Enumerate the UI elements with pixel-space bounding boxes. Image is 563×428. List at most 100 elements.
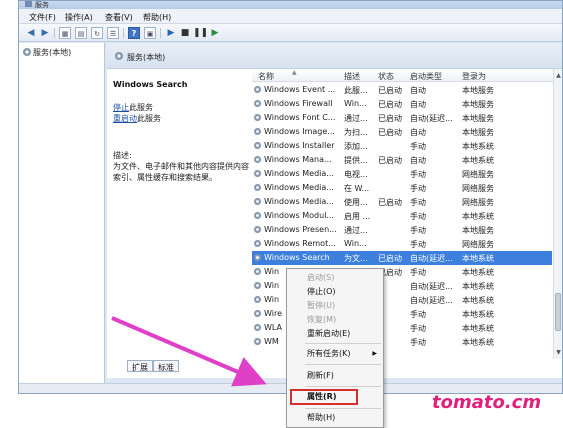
sort-caret-icon: ▲ <box>292 69 297 76</box>
forward-icon[interactable]: ▶ <box>39 27 51 39</box>
cell-startup: 自动 <box>410 128 426 137</box>
menu-file[interactable]: 文件(F) <box>29 12 56 23</box>
cell-desc: 通过... <box>344 114 368 123</box>
scroll-down-icon[interactable]: ▼ <box>554 348 562 357</box>
main-pane-title: 服务(本地) <box>127 53 166 62</box>
cell-startup: 手动 <box>410 268 426 277</box>
tab-extended[interactable]: 扩展 <box>127 360 153 372</box>
table-row[interactable]: Windows Modul... 启用 ... 手动 本地系统 <box>252 209 552 223</box>
restart-service-link[interactable]: 重启动 <box>113 114 137 123</box>
cell-name: Windows Event ... <box>264 85 336 94</box>
stop-service-link[interactable]: 停止 <box>113 103 129 112</box>
cell-startup: 自动 <box>410 100 426 109</box>
cell-startup: 手动 <box>410 338 426 347</box>
table-row[interactable]: Windows Media... 在 W... 手动 网络服务 <box>252 181 552 195</box>
table-row[interactable]: Windows Event ... 此服... 已启动 自动 本地服务 <box>252 83 552 97</box>
list-header: 名称 ▲ 描述 状态 启动类型 登录为 <box>252 69 562 82</box>
console-tree-icon[interactable]: ▦ <box>59 27 71 39</box>
gear-icon <box>254 156 261 163</box>
column-header-name[interactable]: 名称 <box>258 71 274 82</box>
gear-icon <box>254 170 261 177</box>
cell-desc: 此服... <box>344 86 368 95</box>
cell-desc: 为扫... <box>344 128 368 137</box>
export-icon[interactable]: ▤ <box>75 27 87 39</box>
table-row[interactable]: Windows Installer 添加... 手动 本地系统 <box>252 139 552 153</box>
column-header-status[interactable]: 状态 <box>378 71 394 82</box>
ctx-item-all-tasks[interactable]: 所有任务(K) ▶ <box>287 347 383 361</box>
cell-status: 已启动 <box>378 254 402 263</box>
ctx-item-help[interactable]: 帮助(H) <box>287 411 383 425</box>
ctx-item-stop[interactable]: 停止(O) <box>287 285 383 299</box>
gear-icon <box>254 268 261 275</box>
gear-icon <box>254 198 261 205</box>
cell-name: Windows Media... <box>264 197 334 206</box>
gear-icon <box>254 240 261 247</box>
gear-icon <box>254 324 261 331</box>
description-text: 为文件、电子邮件和其他内容提供内容索引、属性缓存和搜索结果。 <box>113 162 249 182</box>
stop-service-action: 停止此服务 <box>113 102 153 113</box>
cell-name: Windows Firewall <box>264 99 333 108</box>
column-header-logon-as[interactable]: 登录为 <box>462 71 486 82</box>
cell-desc: 使用... <box>344 198 368 207</box>
refresh-icon[interactable]: ↻ <box>91 27 103 39</box>
table-row[interactable]: Windows Media... 电视... 手动 网络服务 <box>252 167 552 181</box>
menu-action[interactable]: 操作(A) <box>65 12 93 23</box>
tree-item-label: 服务(本地) <box>33 48 72 57</box>
cell-startup: 手动 <box>410 198 426 207</box>
cell-startup: 手动 <box>410 170 426 179</box>
gear-icon <box>254 114 261 121</box>
table-row[interactable]: Windows Mana... 提供... 已启动 自动 本地系统 <box>252 153 552 167</box>
scroll-thumb[interactable] <box>555 293 561 331</box>
column-header-startup-type[interactable]: 启动类型 <box>410 71 442 82</box>
help-icon[interactable]: ? <box>128 27 140 39</box>
ctx-item-resume[interactable]: 恢复(M) <box>287 313 383 327</box>
gear-icon <box>254 142 261 149</box>
ctx-item-pause[interactable]: 暂停(U) <box>287 299 383 313</box>
tab-standard[interactable]: 标准 <box>153 360 179 372</box>
cell-logon: 本地系统 <box>462 310 494 319</box>
table-row[interactable]: Windows Image... 为扫... 已启动 自动 本地服务 <box>252 125 552 139</box>
table-row[interactable]: Windows Media... 使用... 已启动 手动 网络服务 <box>252 195 552 209</box>
table-row[interactable]: Windows Search 为文... 已启动 自动(延迟... 本地系统 <box>252 251 552 265</box>
ctx-item-restart[interactable]: 重新启动(E) <box>287 327 383 341</box>
table-row[interactable]: Windows Font C... 通过... 已启动 自动(延迟... 本地服务 <box>252 111 552 125</box>
gear-icon <box>254 254 261 261</box>
list-icon[interactable]: ☰ <box>107 27 119 39</box>
table-row[interactable]: Windows Presen... 通过... 手动 本地服务 <box>252 223 552 237</box>
cell-name: Windows Media... <box>264 183 334 192</box>
cell-name: Windows Remot... <box>264 239 336 248</box>
restart-service-suffix: 此服务 <box>137 114 161 123</box>
pause-icon[interactable]: ❚❚ <box>193 27 208 39</box>
cell-startup: 自动(延迟... <box>410 296 453 305</box>
submenu-arrow-icon: ▶ <box>372 350 377 357</box>
resume-icon[interactable]: ▶ <box>209 27 221 39</box>
ctx-item-properties[interactable]: 属性(R) <box>290 389 358 405</box>
back-icon[interactable]: ◀ <box>25 27 37 39</box>
menu-help[interactable]: 帮助(H) <box>143 12 171 23</box>
scroll-up-icon[interactable]: ▲ <box>554 71 562 80</box>
cell-name: Windows Font C... <box>264 113 336 122</box>
cell-desc: 启用 ... <box>344 212 371 221</box>
vertical-scrollbar[interactable]: ▲ ▼ <box>553 69 562 359</box>
main-pane-header: 服务(本地) <box>107 43 562 69</box>
stop-icon[interactable]: ■ <box>179 27 191 39</box>
cell-logon: 本地系统 <box>462 212 494 221</box>
ctx-separator <box>305 386 381 387</box>
properties-icon[interactable]: ▣ <box>144 27 156 39</box>
ctx-item-start[interactable]: 启动(S) <box>287 271 383 285</box>
cell-desc: 电视... <box>344 170 368 179</box>
cell-name: Windows Presen... <box>264 225 337 234</box>
table-row[interactable]: Windows Firewall Win... 已启动 自动 本地服务 <box>252 97 552 111</box>
tree-item-services-local[interactable]: 服务(本地) <box>23 47 71 58</box>
cell-startup: 手动 <box>410 310 426 319</box>
column-header-description[interactable]: 描述 <box>344 71 360 82</box>
ctx-item-refresh[interactable]: 刷新(F) <box>287 369 383 383</box>
cell-startup: 自动(延迟... <box>410 114 453 123</box>
play-icon[interactable]: ▶ <box>165 27 177 39</box>
services-app-icon <box>25 1 32 7</box>
table-row[interactable]: Windows Remot... Win... 手动 网络服务 <box>252 237 552 251</box>
cell-desc: 为文... <box>344 254 368 263</box>
cell-status: 已启动 <box>378 128 402 137</box>
menu-view[interactable]: 查看(V) <box>105 12 133 23</box>
cell-startup: 手动 <box>410 324 426 333</box>
